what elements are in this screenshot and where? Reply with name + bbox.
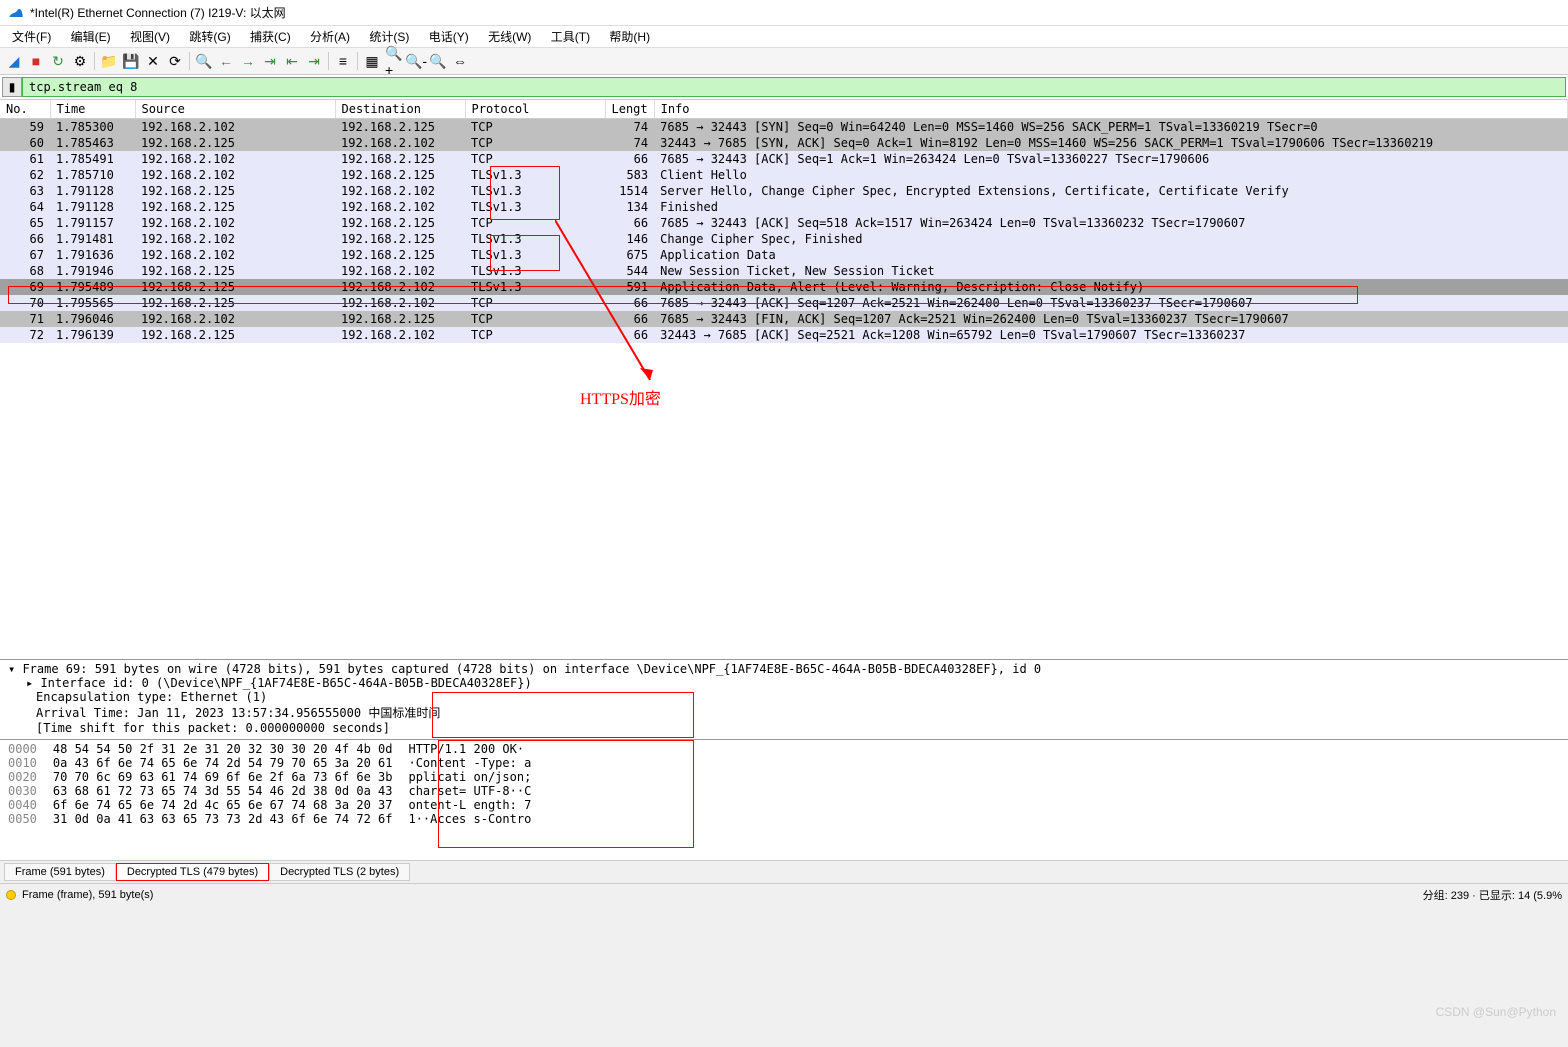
filter-bar: ▮ <box>0 75 1568 100</box>
tab-frame[interactable]: Frame (591 bytes) <box>4 863 116 881</box>
menu-wireless[interactable]: 无线(W) <box>480 28 539 46</box>
menu-help[interactable]: 帮助(H) <box>601 28 658 46</box>
status-left-text: Frame (frame), 591 byte(s) <box>22 889 153 901</box>
packet-row[interactable]: 651.791157192.168.2.102192.168.2.125TCP6… <box>0 215 1568 231</box>
packet-row[interactable]: 701.795565192.168.2.125192.168.2.102TCP6… <box>0 295 1568 311</box>
go-back-icon[interactable]: ← <box>216 51 236 71</box>
packet-bytes-pane[interactable]: 000000100020003000400050 48 54 54 50 2f … <box>0 740 1568 860</box>
wireshark-logo-icon <box>8 5 24 21</box>
packet-row[interactable]: 631.791128192.168.2.125192.168.2.102TLSv… <box>0 183 1568 199</box>
menu-edit[interactable]: 编辑(E) <box>63 28 119 46</box>
packet-row[interactable]: 661.791481192.168.2.102192.168.2.125TLSv… <box>0 231 1568 247</box>
packet-row[interactable]: 641.791128192.168.2.125192.168.2.102TLSv… <box>0 199 1568 215</box>
capture-options-icon[interactable]: ⚙ <box>70 51 90 71</box>
reload-icon[interactable]: ⟳ <box>165 51 185 71</box>
packet-row[interactable]: 711.796046192.168.2.102192.168.2.125TCP6… <box>0 311 1568 327</box>
go-last-icon[interactable]: ⇥ <box>304 51 324 71</box>
toolbar: ◢ ■ ↻ ⚙ 📁 💾 ✕ ⟳ 🔍 ← → ⇥ ⇤ ⇥ ≡ ▦ 🔍+ 🔍- 🔍 … <box>0 48 1568 75</box>
packet-row[interactable]: 591.785300192.168.2.102192.168.2.125TCP7… <box>0 119 1568 136</box>
find-icon[interactable]: 🔍 <box>194 51 214 71</box>
stop-capture-icon[interactable]: ■ <box>26 51 46 71</box>
save-file-icon[interactable]: 💾 <box>121 51 141 71</box>
packet-row[interactable]: 671.791636192.168.2.102192.168.2.125TLSv… <box>0 247 1568 263</box>
menu-file[interactable]: 文件(F) <box>4 28 59 46</box>
packet-row[interactable]: 601.785463192.168.2.125192.168.2.102TCP7… <box>0 135 1568 151</box>
filter-bookmark-icon[interactable]: ▮ <box>2 77 22 97</box>
packet-list-pane[interactable]: No. Time Source Destination Protocol Len… <box>0 100 1568 660</box>
annotation-arrow-garbled <box>580 740 710 755</box>
hex-offsets: 000000100020003000400050 <box>0 740 45 860</box>
hex-bytes[interactable]: 48 54 54 50 2f 31 2e 31 20 32 30 30 20 4… <box>45 740 401 860</box>
menu-statistics[interactable]: 统计(S) <box>361 28 417 46</box>
menu-analyze[interactable]: 分析(A) <box>302 28 358 46</box>
start-capture-icon[interactable]: ◢ <box>4 51 24 71</box>
packet-details-pane[interactable]: ▾ Frame 69: 591 bytes on wire (4728 bits… <box>0 660 1568 740</box>
display-filter-input[interactable] <box>22 77 1566 97</box>
tab-decrypted-tls-1[interactable]: Decrypted TLS (479 bytes) <box>116 863 269 881</box>
detail-encap[interactable]: Encapsulation type: Ethernet (1) <box>8 690 1560 704</box>
watermark: CSDN @Sun@Python <box>1436 1005 1556 1019</box>
go-first-icon[interactable]: ⇤ <box>282 51 302 71</box>
packet-row[interactable]: 691.795489192.168.2.125192.168.2.102TLSv… <box>0 279 1568 295</box>
go-to-icon[interactable]: ⇥ <box>260 51 280 71</box>
zoom-reset-icon[interactable]: 🔍 <box>428 51 448 71</box>
status-bar: Frame (frame), 591 byte(s) 分组: 239 · 已显示… <box>0 883 1568 905</box>
expert-info-icon[interactable] <box>6 890 16 900</box>
packet-row[interactable]: 681.791946192.168.2.125192.168.2.102TLSv… <box>0 263 1568 279</box>
menu-telephony[interactable]: 电话(Y) <box>421 28 477 46</box>
restart-capture-icon[interactable]: ↻ <box>48 51 68 71</box>
status-right-text: 分组: 239 · 已显示: 14 (5.9% <box>1423 887 1562 903</box>
detail-shift[interactable]: [Time shift for this packet: 0.000000000… <box>8 721 1560 735</box>
tab-decrypted-tls-2[interactable]: Decrypted TLS (2 bytes) <box>269 863 410 881</box>
close-file-icon[interactable]: ✕ <box>143 51 163 71</box>
packet-row[interactable]: 721.796139192.168.2.125192.168.2.102TCP6… <box>0 327 1568 343</box>
menu-go[interactable]: 跳转(G) <box>181 28 238 46</box>
go-forward-icon[interactable]: → <box>238 51 258 71</box>
auto-scroll-icon[interactable]: ≡ <box>333 51 353 71</box>
colorize-icon[interactable]: ▦ <box>362 51 382 71</box>
detail-frame[interactable]: ▾ Frame 69: 591 bytes on wire (4728 bits… <box>8 662 1560 676</box>
open-file-icon[interactable]: 📁 <box>99 51 119 71</box>
resize-columns-icon[interactable]: ⇔ <box>450 51 470 71</box>
packet-row[interactable]: 611.785491192.168.2.102192.168.2.125TCP6… <box>0 151 1568 167</box>
window-title: *Intel(R) Ethernet Connection (7) I219-V… <box>30 4 286 21</box>
detail-interface[interactable]: ▸ Interface id: 0 (\Device\NPF_{1AF74E8E… <box>8 676 1560 690</box>
annotation-text-https: HTTPS加密 <box>580 385 661 409</box>
menu-capture[interactable]: 捕获(C) <box>242 28 299 46</box>
menu-view[interactable]: 视图(V) <box>122 28 178 46</box>
detail-arrival[interactable]: Arrival Time: Jan 11, 2023 13:57:34.9565… <box>8 704 1560 721</box>
menu-tools[interactable]: 工具(T) <box>543 28 598 46</box>
bytes-tabs: Frame (591 bytes) Decrypted TLS (479 byt… <box>0 860 1568 883</box>
title-bar: *Intel(R) Ethernet Connection (7) I219-V… <box>0 0 1568 26</box>
packet-list-header[interactable]: No. Time Source Destination Protocol Len… <box>0 100 1568 119</box>
packet-row[interactable]: 621.785710192.168.2.102192.168.2.125TLSv… <box>0 167 1568 183</box>
zoom-in-icon[interactable]: 🔍+ <box>384 51 404 71</box>
menu-bar[interactable]: 文件(F) 编辑(E) 视图(V) 跳转(G) 捕获(C) 分析(A) 统计(S… <box>0 26 1568 48</box>
hex-ascii: HTTP/1.1 200 OK··Content -Type: applicat… <box>400 740 539 860</box>
zoom-out-icon[interactable]: 🔍- <box>406 51 426 71</box>
